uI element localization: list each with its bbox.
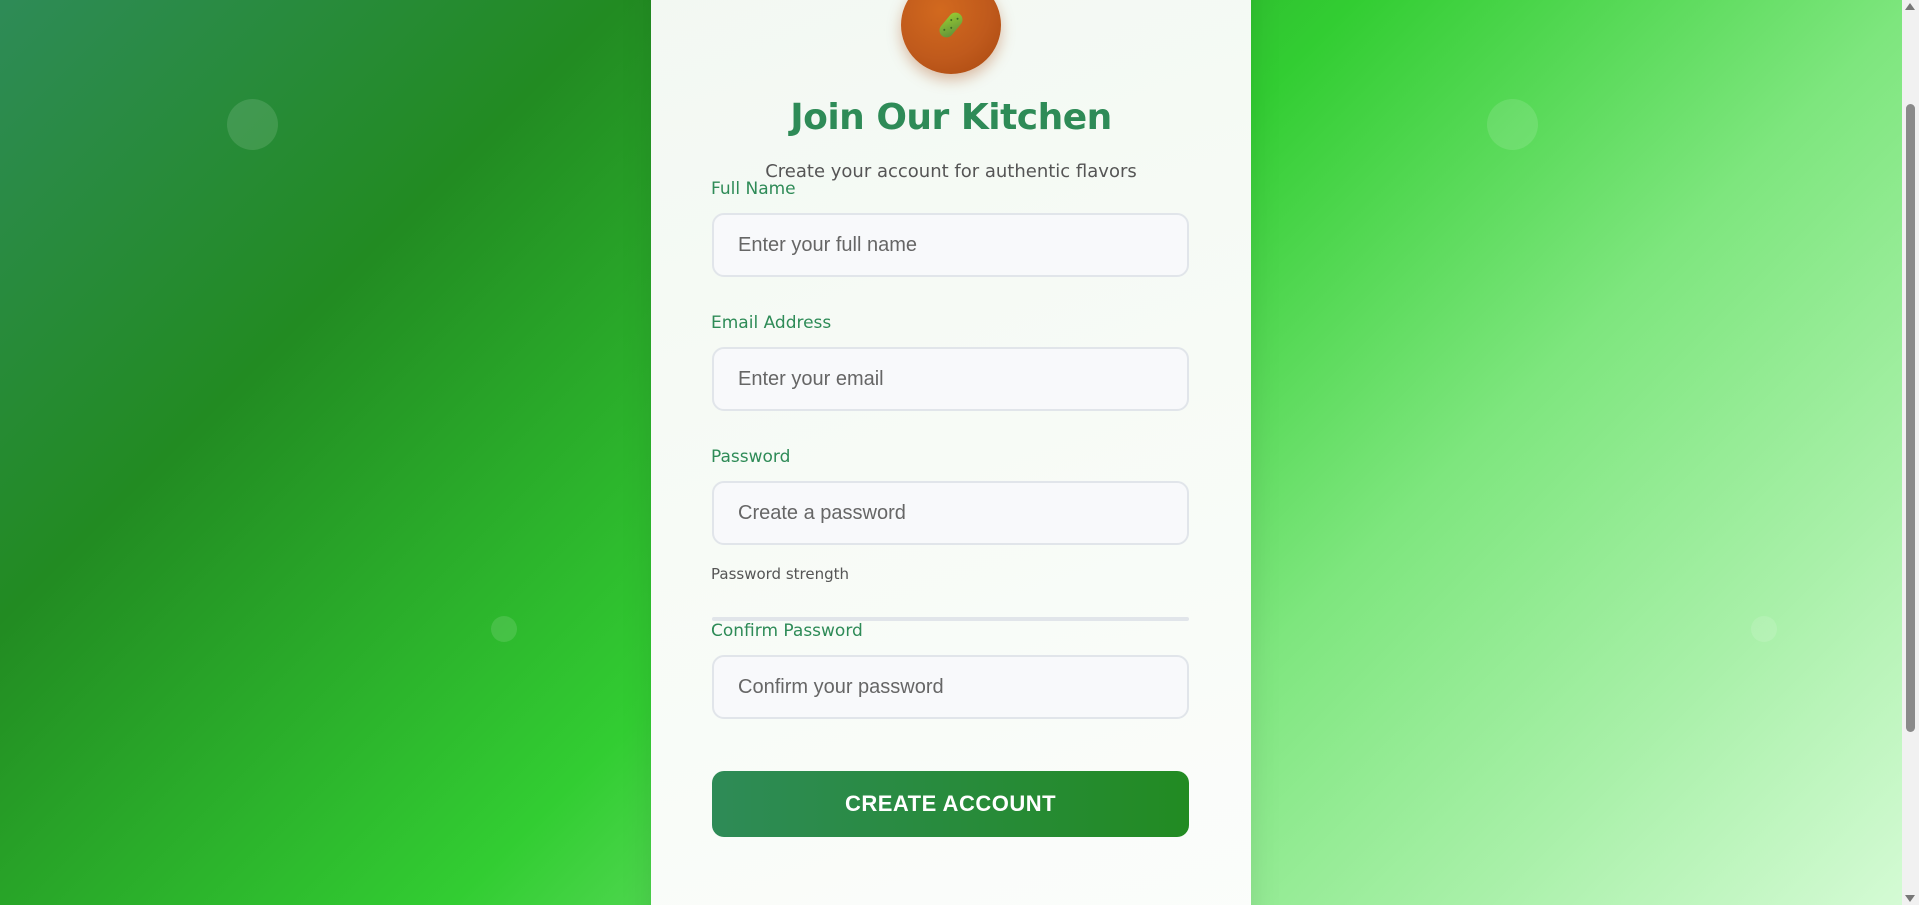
cucumber-icon — [939, 12, 963, 38]
scrollbar-thumb[interactable] — [1906, 104, 1915, 732]
logo-badge — [901, 0, 1001, 74]
decorative-circle — [491, 616, 517, 642]
email-label: Email Address — [711, 313, 832, 333]
signup-card: Join Our Kitchen Create your account for… — [651, 0, 1251, 905]
confirm-password-input[interactable] — [712, 655, 1189, 719]
confirm-password-label: Confirm Password — [711, 621, 863, 641]
email-input[interactable] — [712, 347, 1189, 411]
password-strength-label: Password strength — [711, 565, 850, 583]
full-name-label: Full Name — [711, 179, 796, 199]
page-background: Join Our Kitchen Create your account for… — [0, 0, 1919, 905]
create-account-button[interactable]: CREATE ACCOUNT — [712, 771, 1189, 837]
decorative-circle — [1751, 616, 1777, 642]
scroll-down-arrow-icon[interactable] — [1905, 895, 1915, 902]
vertical-scrollbar[interactable] — [1902, 0, 1919, 905]
decorative-circle — [227, 99, 278, 150]
page-title: Join Our Kitchen — [790, 97, 1112, 138]
password-input[interactable] — [712, 481, 1189, 545]
scroll-up-arrow-icon[interactable] — [1905, 3, 1915, 10]
decorative-circle — [1487, 99, 1538, 150]
full-name-input[interactable] — [712, 213, 1189, 277]
password-label: Password — [711, 447, 791, 467]
